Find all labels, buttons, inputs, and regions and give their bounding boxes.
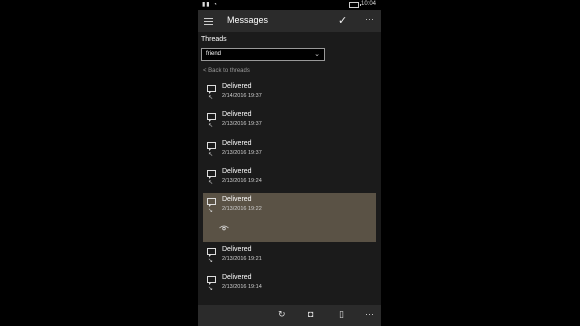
message-item[interactable]: ↖ Delivered 2/13/2016 19:37 bbox=[203, 137, 376, 165]
threads-dropdown-value: friend bbox=[206, 51, 222, 57]
battery-icon bbox=[349, 2, 361, 8]
incoming-arrow-icon: ↘ bbox=[208, 208, 214, 214]
message-item[interactable]: ↘ Delivered 2/13/2016 19:21 bbox=[203, 243, 376, 271]
message-status: Delivered bbox=[222, 140, 252, 147]
message-bubble-icon bbox=[207, 198, 216, 207]
page-title: Messages bbox=[227, 15, 269, 25]
message-status: Delivered bbox=[222, 246, 252, 253]
message-bubble-icon bbox=[207, 85, 216, 94]
message-status: Delivered bbox=[222, 196, 252, 203]
clock: 10:04 bbox=[360, 1, 376, 7]
message-status: Delivered bbox=[222, 168, 252, 175]
message-date: 2/13/2016 19:21 bbox=[222, 256, 262, 262]
checkmark-icon[interactable]: ✓ bbox=[338, 14, 347, 27]
phone-screen: ▮▮ ◔ 10:04 Messages ✓ ··· Threads friend… bbox=[198, 0, 381, 326]
refresh-icon[interactable]: ↻ bbox=[278, 309, 286, 320]
threads-dropdown[interactable]: friend ⌄ bbox=[201, 48, 325, 61]
message-date: 2/13/2016 19:37 bbox=[222, 150, 262, 156]
message-item[interactable]: ↖ Delivered 2/13/2016 19:37 bbox=[203, 108, 376, 136]
back-to-threads-link[interactable]: < Back to threads bbox=[203, 68, 250, 74]
title-bar: Messages ✓ ··· bbox=[198, 10, 381, 32]
outgoing-arrow-icon: ↖ bbox=[208, 180, 214, 186]
message-bubble-icon bbox=[207, 276, 216, 285]
message-bubble-icon bbox=[207, 170, 216, 179]
eye-icon[interactable] bbox=[219, 225, 229, 231]
incoming-arrow-icon: ↘ bbox=[208, 286, 214, 292]
message-date: 2/13/2016 19:22 bbox=[222, 206, 262, 212]
message-bubble-icon bbox=[207, 248, 216, 257]
outgoing-arrow-icon: ↖ bbox=[208, 123, 214, 129]
hamburger-menu-icon[interactable] bbox=[204, 18, 213, 25]
message-status: Delivered bbox=[222, 111, 252, 118]
message-item[interactable]: ↘ Delivered 2/13/2016 19:14 bbox=[203, 271, 376, 299]
message-bubble-icon bbox=[207, 113, 216, 122]
document-icon[interactable]: ▯ bbox=[339, 309, 344, 320]
message-date: 2/13/2016 19:24 bbox=[222, 178, 262, 184]
outgoing-arrow-icon: ↖ bbox=[208, 152, 214, 158]
signal-icon: ▮▮ ◔ bbox=[202, 2, 218, 8]
message-item[interactable]: ↖ Delivered 2/13/2016 19:24 bbox=[203, 165, 376, 193]
incoming-arrow-icon: ↘ bbox=[208, 258, 214, 264]
message-status: Delivered bbox=[222, 83, 252, 90]
message-item[interactable]: ↖ Delivered 2/14/2016 19:37 bbox=[203, 80, 376, 108]
message-bubble-icon bbox=[207, 142, 216, 151]
message-item[interactable]: ↘ Delivered 2/13/2016 19:22 bbox=[203, 193, 376, 242]
bottom-app-bar: ↻ ◘ ▯ ··· bbox=[198, 305, 381, 326]
status-bar: ▮▮ ◔ 10:04 bbox=[198, 0, 381, 10]
message-date: 2/13/2016 19:14 bbox=[222, 284, 262, 290]
message-status: Delivered bbox=[222, 274, 252, 281]
threads-label: Threads bbox=[201, 36, 227, 43]
outgoing-arrow-icon: ↖ bbox=[208, 95, 214, 101]
more-options-button[interactable]: ··· bbox=[365, 14, 374, 24]
chevron-down-icon: ⌄ bbox=[314, 51, 320, 58]
message-date: 2/13/2016 19:37 bbox=[222, 121, 262, 127]
more-options-bottom-button[interactable]: ··· bbox=[365, 309, 374, 319]
camera-icon[interactable]: ◘ bbox=[308, 309, 313, 319]
message-date: 2/14/2016 19:37 bbox=[222, 93, 262, 99]
